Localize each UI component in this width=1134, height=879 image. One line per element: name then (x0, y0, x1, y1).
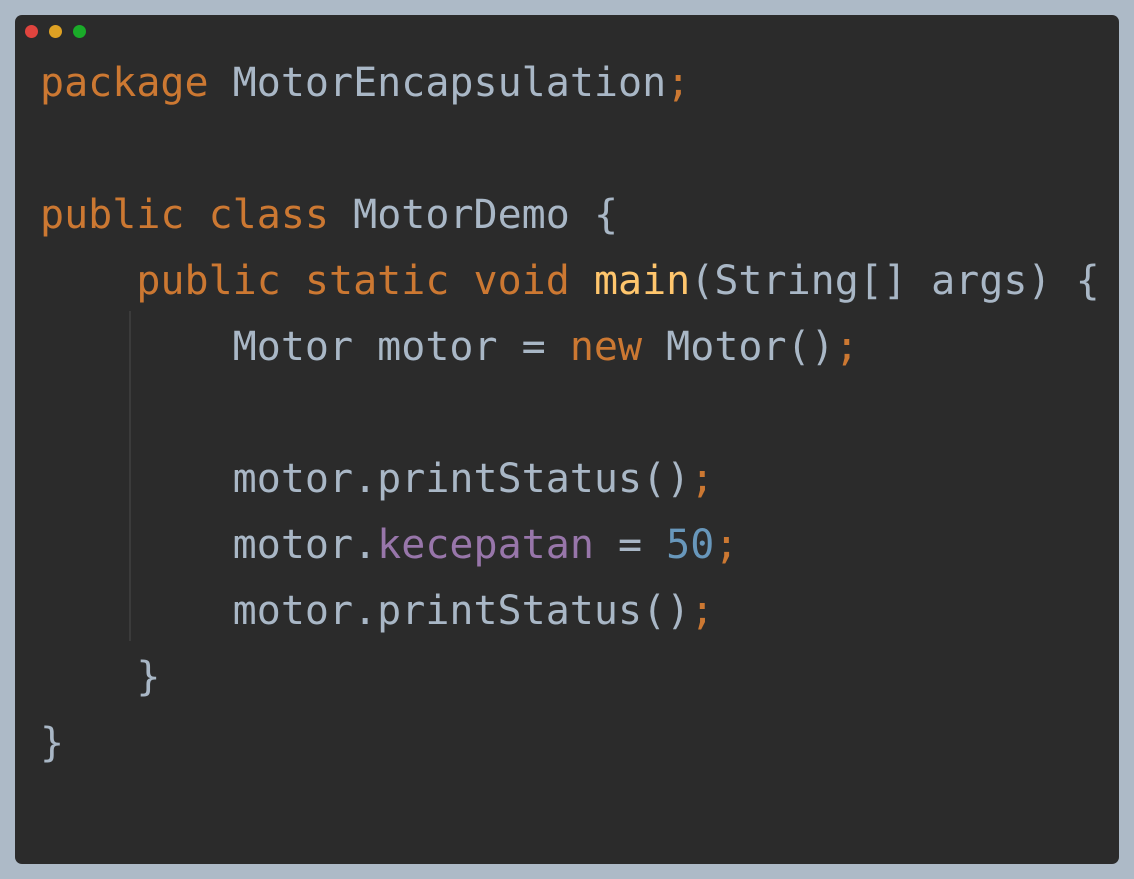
keyword-new: new (569, 324, 643, 370)
method-call: motor.printStatus() (232, 456, 691, 502)
method-params: (String[] args) { (690, 258, 1100, 304)
open-brace: { (593, 192, 619, 238)
code-line-8: motor.kecepatan = 50; (40, 512, 1100, 578)
constructor-call: Motor() (666, 324, 835, 370)
close-brace: } (40, 720, 65, 766)
method-name: main (593, 258, 691, 304)
code-line-5: Motor motor = new Motor(); (40, 314, 1100, 380)
method-call: motor.printStatus() (232, 588, 691, 634)
keyword-class: class (208, 192, 330, 238)
object-reference: motor. (232, 522, 378, 568)
keyword-static: static (304, 258, 450, 304)
keyword-void: void (473, 258, 570, 304)
assignment-operator: = (593, 522, 667, 568)
code-block: package MotorEncapsulation; public class … (40, 50, 1100, 776)
number-literal: 50 (666, 522, 715, 568)
semicolon: ; (834, 324, 859, 370)
class-name: MotorDemo (353, 192, 570, 238)
code-line-1: package MotorEncapsulation; (40, 50, 1100, 116)
variable-declaration: Motor motor = (232, 324, 570, 370)
close-brace: } (136, 654, 161, 700)
code-line-11: } (40, 710, 1100, 776)
keyword-public: public (136, 258, 281, 304)
close-button[interactable] (25, 25, 38, 38)
semicolon: ; (690, 588, 715, 634)
code-line-3: public class MotorDemo { (40, 182, 1100, 248)
keyword-public: public (40, 192, 185, 238)
code-line-9: motor.printStatus(); (40, 578, 1100, 644)
semicolon: ; (690, 456, 715, 502)
code-window: package MotorEncapsulation; public class … (15, 15, 1119, 864)
keyword-package: package (40, 60, 209, 106)
field-name: kecepatan (377, 522, 594, 568)
code-line-4: public static void main(String[] args) { (40, 248, 1100, 314)
semicolon: ; (666, 60, 691, 106)
semicolon: ; (714, 522, 739, 568)
code-line-7: motor.printStatus(); (40, 446, 1100, 512)
minimize-button[interactable] (49, 25, 62, 38)
zoom-button[interactable] (73, 25, 86, 38)
code-line-10: } (40, 644, 1100, 710)
package-name: MotorEncapsulation (232, 60, 667, 106)
